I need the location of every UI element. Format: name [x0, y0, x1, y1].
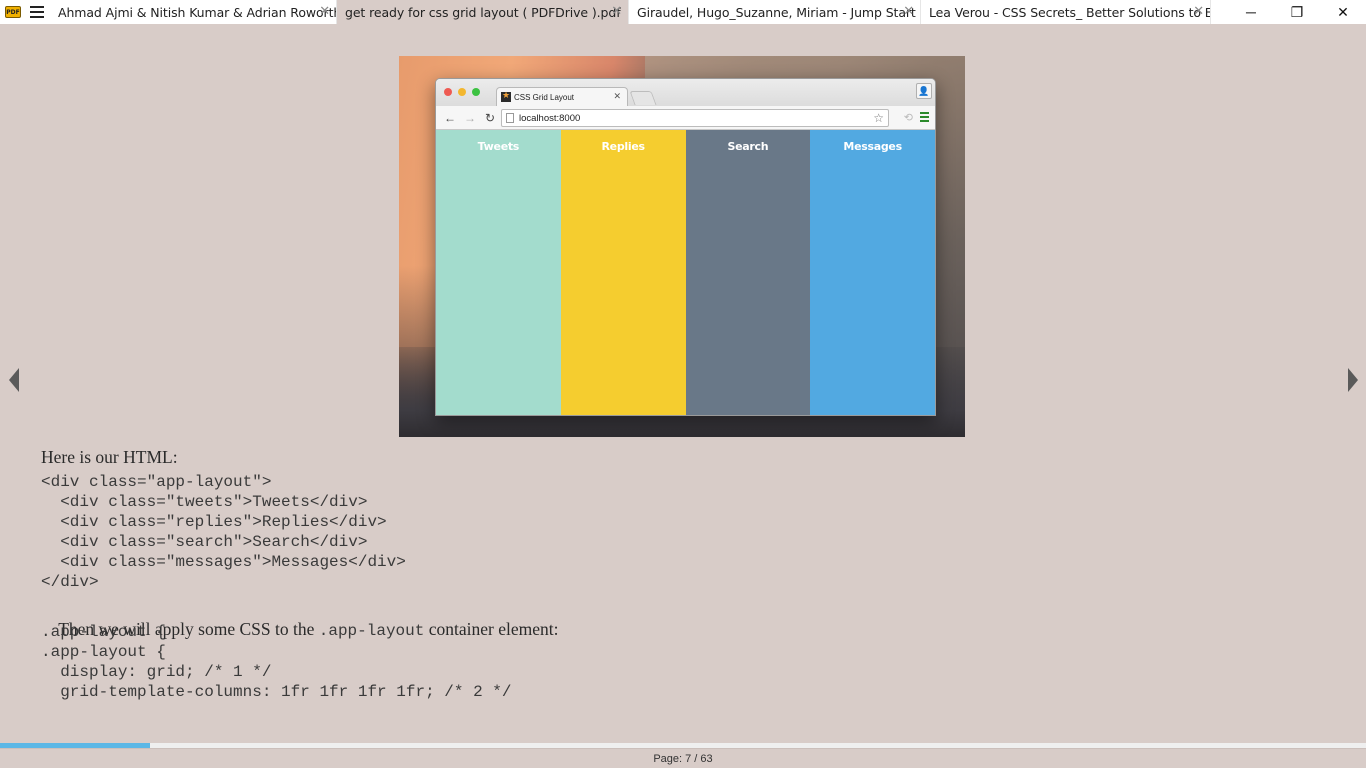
- forward-arrow-icon: →: [464, 110, 476, 125]
- page-icon: [506, 113, 514, 123]
- minimize-dot-icon: [458, 88, 466, 96]
- tab-label: Lea Verou - CSS Secrets_ Better Solution…: [929, 4, 1211, 20]
- minimize-button[interactable]: ─: [1228, 0, 1274, 24]
- close-button[interactable]: ✕: [1320, 0, 1366, 24]
- grid-column-messages: Messages: [810, 130, 935, 415]
- grid-column-search: Search: [685, 130, 811, 415]
- grid-layout-demo: Tweets Replies Search Messages: [436, 130, 935, 415]
- grid-column-tweets: Tweets: [436, 130, 561, 415]
- bookmark-star-icon: ☆: [873, 111, 884, 125]
- css-intro-text: Then we will apply some CSS to the .app-…: [41, 596, 1321, 640]
- tab-close-icon[interactable]: ✕: [319, 4, 330, 19]
- address-bar: localhost:8000 ☆: [501, 109, 889, 127]
- page-indicator: Page: 7 / 63: [653, 753, 713, 765]
- browser-tab: CSS Grid Layout ✕: [496, 87, 628, 106]
- tab-document-1[interactable]: Ahmad Ajmi & Nitish Kumar & Adrian Rowor…: [50, 0, 337, 24]
- css-intro-code: .app-layout: [318, 622, 425, 640]
- browser-tab-title: CSS Grid Layout: [514, 92, 575, 102]
- tab-label: Ahmad Ajmi & Nitish Kumar & Adrian Rowor…: [58, 4, 337, 20]
- html-code-line: <div class="app-layout">: [41, 473, 272, 491]
- html-code-line: </div>: [41, 573, 99, 591]
- browser-window-illustration: CSS Grid Layout ✕ 👤 ← → ↻ localhost:8000…: [435, 78, 936, 416]
- tab-close-icon[interactable]: ✕: [1193, 4, 1204, 19]
- tab-strip: Ahmad Ajmi & Nitish Kumar & Adrian Rowor…: [50, 0, 1211, 24]
- page-text: Here is our HTML: <div class="app-layout…: [41, 446, 1321, 702]
- grid-column-replies: Replies: [560, 130, 686, 415]
- css-code-line: grid-template-columns: 1fr 1fr 1fr 1fr; …: [41, 683, 512, 701]
- css-code-line: display: grid; /* 1 */: [41, 663, 272, 681]
- tab-label: get ready for css grid layout ( PDFDrive…: [345, 4, 621, 20]
- browser-tab-close-icon: ✕: [613, 91, 621, 101]
- browser-tab-strip: CSS Grid Layout ✕ 👤: [436, 79, 935, 106]
- hamburger-menu-icon[interactable]: [30, 6, 44, 18]
- status-bar: Page: 7 / 63: [0, 748, 1366, 768]
- restore-button[interactable]: ❐: [1274, 0, 1320, 24]
- css-code-line: .app-layout {: [41, 643, 166, 661]
- profile-icon: 👤: [916, 83, 932, 99]
- previous-page-icon[interactable]: [9, 368, 19, 392]
- html-intro-text: Here is our HTML:: [41, 447, 178, 467]
- zoom-dot-icon: [472, 88, 480, 96]
- address-text: localhost:8000: [519, 112, 581, 124]
- tab-document-4[interactable]: Lea Verou - CSS Secrets_ Better Solution…: [921, 0, 1211, 24]
- html-code-line: <div class="replies">Replies</div>: [41, 513, 387, 531]
- back-arrow-icon: ←: [444, 110, 456, 125]
- title-bar: PDF Ahmad Ajmi & Nitish Kumar & Adrian R…: [0, 0, 1366, 24]
- html-code-line: <div class="tweets">Tweets</div>: [41, 493, 368, 511]
- reload-icon: ↻: [484, 110, 496, 125]
- browser-menu-icon: [920, 112, 929, 122]
- tab-document-2[interactable]: get ready for css grid layout ( PDFDrive…: [337, 0, 629, 24]
- tab-document-3[interactable]: Giraudel, Hugo_Suzanne, Miriam - Jump St…: [629, 0, 921, 24]
- html-code-line: <div class="messages">Messages</div>: [41, 553, 406, 571]
- window-controls: ─ ❐ ✕: [1228, 0, 1366, 24]
- css-intro-after: container element:: [424, 619, 559, 639]
- tab-label: Giraudel, Hugo_Suzanne, Miriam - Jump St…: [637, 4, 921, 20]
- app-logo-icon: PDF: [5, 6, 21, 18]
- tab-close-icon[interactable]: ✕: [611, 4, 622, 19]
- figure-image: CSS Grid Layout ✕ 👤 ← → ↻ localhost:8000…: [399, 56, 965, 437]
- tab-close-icon[interactable]: ✕: [903, 4, 914, 19]
- html-code-line: <div class="search">Search</div>: [41, 533, 368, 551]
- extension-icon: ⟲: [903, 112, 913, 124]
- favicon-icon: [501, 90, 511, 102]
- new-tab-icon: [629, 91, 657, 105]
- next-page-icon[interactable]: [1348, 368, 1358, 392]
- browser-toolbar: ← → ↻ localhost:8000 ☆ ⟲: [436, 106, 935, 130]
- close-dot-icon: [444, 88, 452, 96]
